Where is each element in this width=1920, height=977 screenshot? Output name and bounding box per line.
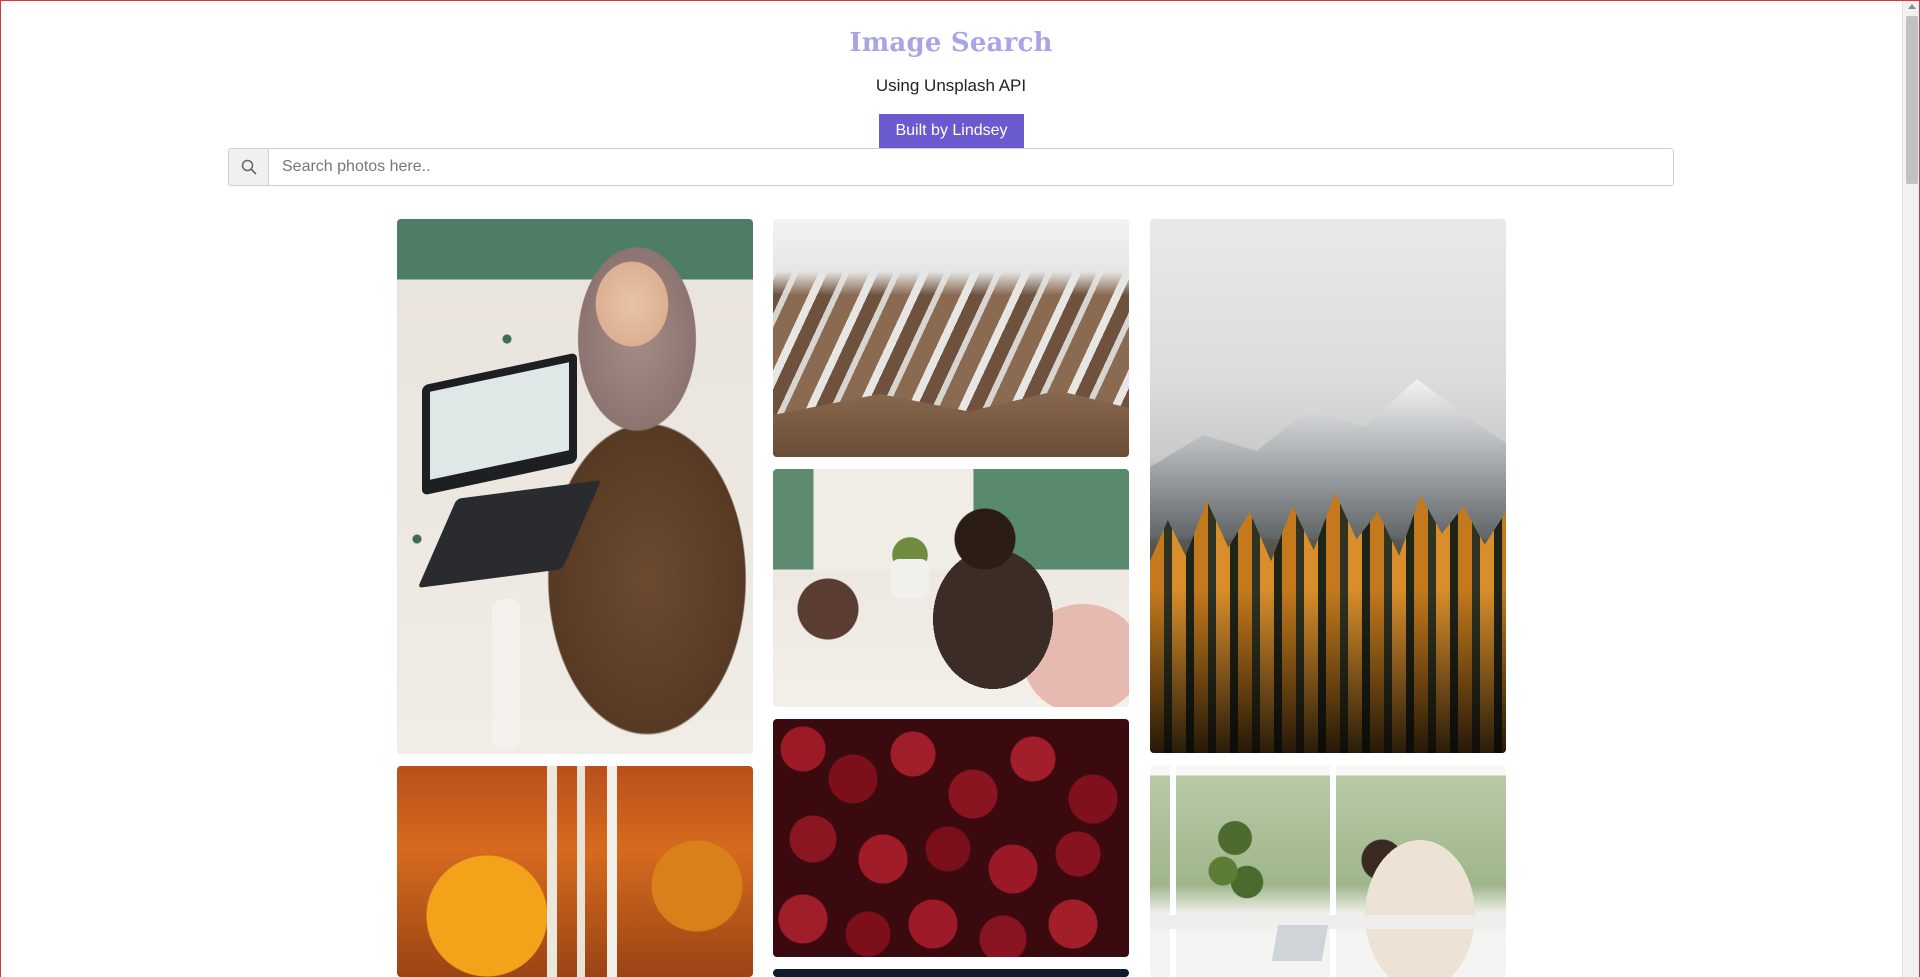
plant-shape	[885, 519, 935, 564]
window-sill-shape	[1150, 915, 1506, 929]
search-icon[interactable]	[228, 148, 268, 186]
built-by-button[interactable]: Built by Lindsey	[879, 114, 1024, 148]
page-title: Image Search	[849, 28, 1053, 58]
vase-shape	[891, 559, 929, 599]
search-input[interactable]	[268, 148, 1674, 186]
search-bar	[228, 148, 1674, 186]
photo-dark-partial[interactable]	[773, 969, 1129, 977]
photo-snowy-mountains[interactable]	[773, 219, 1129, 457]
plant-shape	[1205, 805, 1265, 915]
laptop-shape	[1271, 925, 1329, 961]
page-subtitle: Using Unsplash API	[875, 76, 1027, 95]
laptop-shape	[422, 352, 577, 496]
photo-autumn-aspens[interactable]	[397, 766, 753, 977]
scrollbar-thumb[interactable]	[1906, 16, 1918, 184]
keyboard-shape	[417, 480, 602, 588]
photo-mountain-autumn-forest[interactable]	[1150, 219, 1506, 753]
photo-woman-desk-window[interactable]	[1150, 765, 1506, 977]
scroll-up-icon[interactable]	[1908, 4, 1916, 9]
table-leg-shape	[492, 599, 520, 749]
ridge-shape	[773, 390, 1129, 457]
photo-cherries[interactable]	[773, 719, 1129, 957]
photo-woman-laptop-terrazzo[interactable]	[397, 219, 753, 754]
vertical-scrollbar[interactable]	[1902, 0, 1920, 977]
photo-two-women-working[interactable]	[773, 469, 1129, 707]
